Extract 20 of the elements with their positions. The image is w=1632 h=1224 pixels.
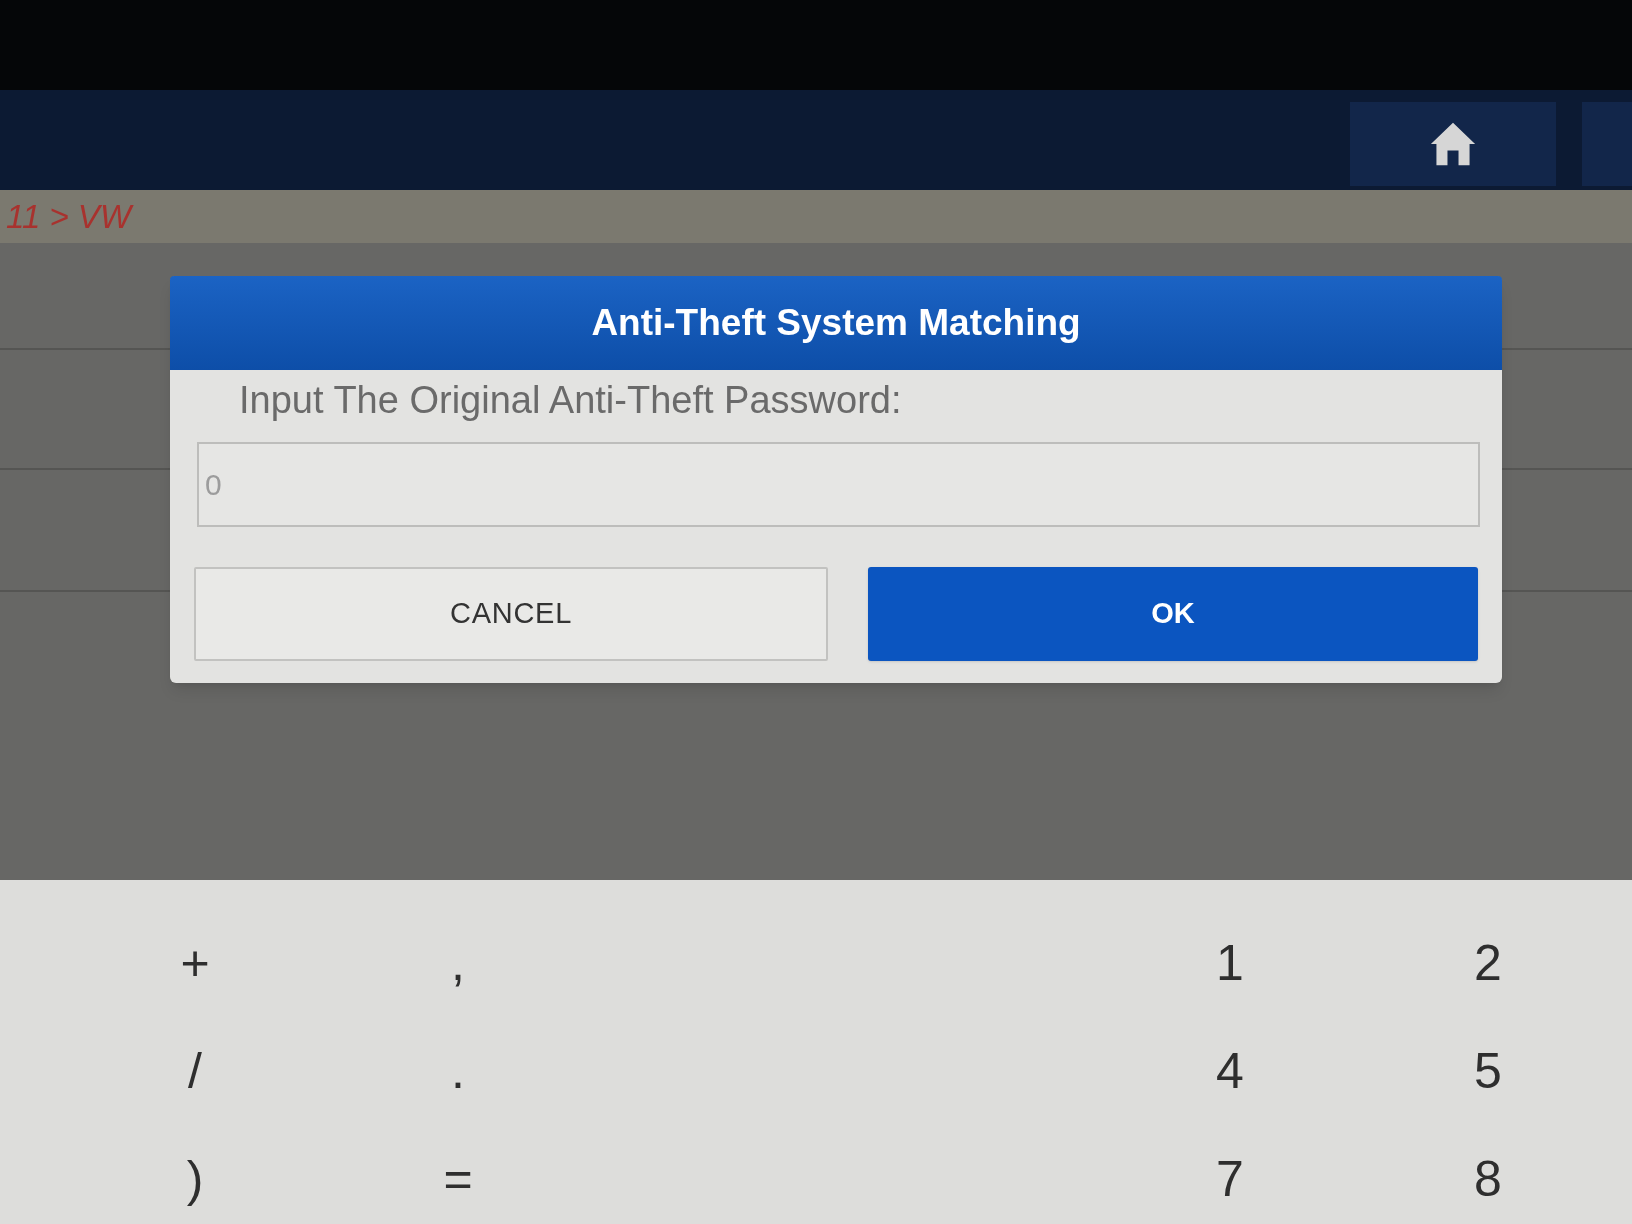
dialog-title: Anti-Theft System Matching — [591, 301, 1081, 346]
key[interactable]: ) — [186, 1150, 204, 1208]
prompt-text: Input The Original Anti-Theft Password: — [239, 377, 902, 423]
home-icon — [1429, 121, 1477, 167]
key[interactable]: 8 — [1474, 1150, 1502, 1208]
key[interactable]: = — [443, 1150, 473, 1208]
password-field[interactable]: 0 — [197, 442, 1480, 527]
key[interactable]: 1 — [1216, 934, 1244, 992]
key[interactable]: 2 — [1474, 934, 1502, 992]
key[interactable]: 7 — [1216, 1150, 1244, 1208]
key[interactable]: . — [451, 1042, 465, 1100]
key[interactable]: / — [188, 1042, 202, 1100]
key[interactable]: 4 — [1216, 1042, 1244, 1100]
breadcrumb: 11 > VW — [6, 196, 132, 237]
key[interactable]: , — [451, 934, 465, 992]
key[interactable]: + — [180, 934, 210, 992]
home-button[interactable] — [1350, 102, 1556, 186]
ok-button[interactable]: OK — [868, 567, 1478, 661]
cancel-button[interactable]: CANCEL — [194, 567, 828, 661]
key[interactable]: 5 — [1474, 1042, 1502, 1100]
